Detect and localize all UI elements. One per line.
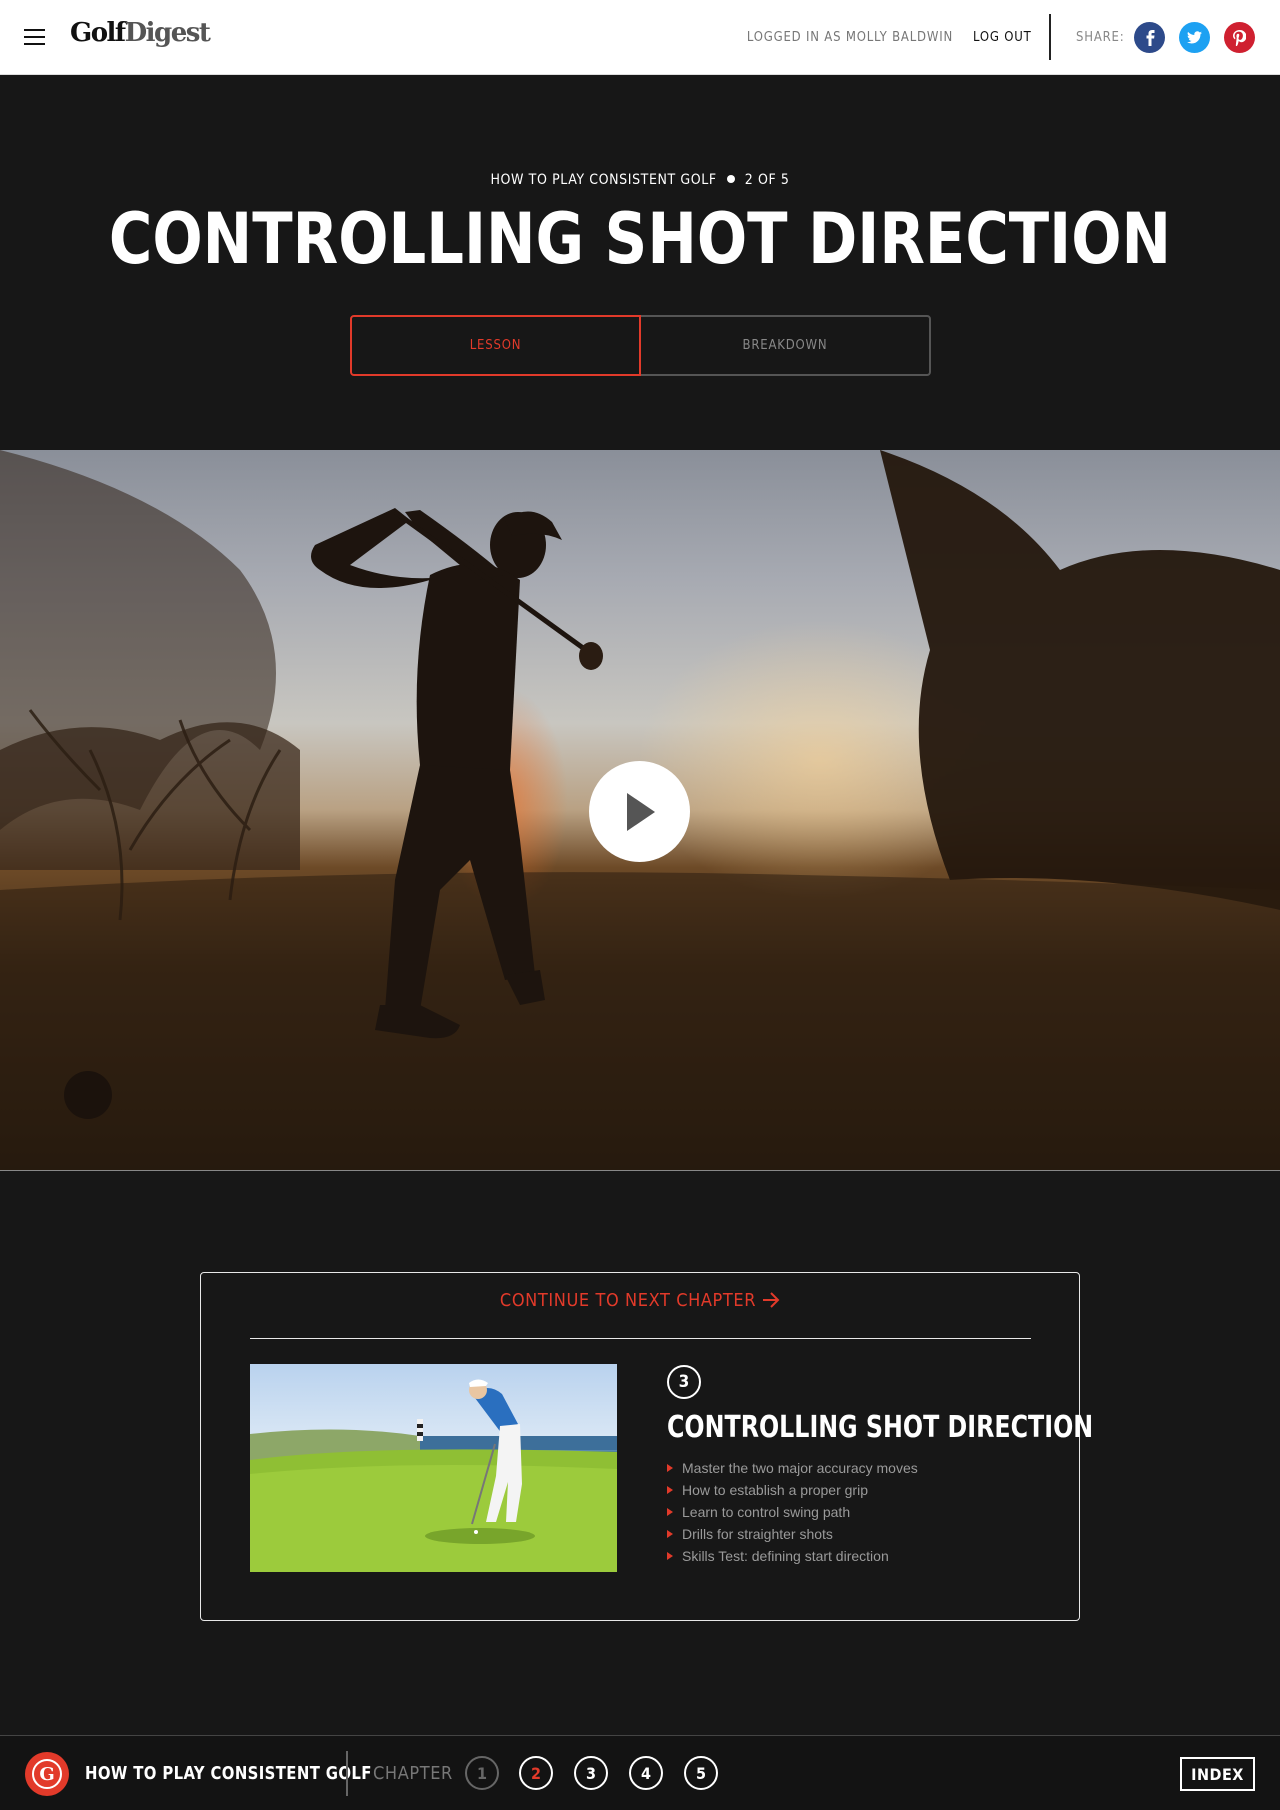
chapter-1-button[interactable]: 1 [465, 1756, 499, 1790]
next-chapter-card: CONTINUE TO NEXT CHAPTER 3 CONTROLLING S… [200, 1272, 1093, 1621]
chapter-5-button[interactable]: 5 [684, 1756, 718, 1790]
golf-digest-schools-logo[interactable]: G [25, 1752, 69, 1796]
card-divider [250, 1338, 1031, 1339]
pinterest-share-button[interactable] [1224, 22, 1255, 53]
top-nav-bar: GolfDigest LOGGED IN AS MOLLY BALDWIN LO… [0, 0, 1280, 75]
course-name: HOW TO PLAY CONSISTENT GOLF [490, 172, 717, 188]
twitter-icon [1187, 31, 1202, 44]
facebook-icon [1146, 29, 1154, 46]
tab-breakdown[interactable]: BREAKDOWN [639, 315, 931, 376]
list-item: Master the two major accuracy moves [667, 1457, 918, 1479]
schools-logo-letter: G [32, 1759, 62, 1789]
pinterest-icon [1233, 29, 1246, 46]
page-title: CONTROLLING SHOT DIRECTION [108, 198, 1172, 280]
index-button[interactable]: INDEX [1180, 1757, 1255, 1791]
chapter-4-button[interactable]: 4 [629, 1756, 663, 1790]
lesson-video-player[interactable] [0, 450, 1280, 1171]
chapter-label: CHAPTER [373, 1763, 453, 1784]
header-divider [1049, 14, 1051, 60]
next-chapter-thumbnail[interactable] [250, 1364, 617, 1572]
share-label: SHARE: [1076, 30, 1125, 45]
play-button[interactable] [589, 761, 690, 862]
logout-link[interactable]: LOG OUT [973, 30, 1032, 45]
tab-lesson[interactable]: LESSON [350, 315, 641, 376]
next-chapter-title: CONTROLLING SHOT DIRECTION [667, 1410, 1094, 1445]
arrow-right-icon [763, 1291, 780, 1308]
twitter-share-button[interactable] [1179, 22, 1210, 53]
bottom-bar-divider [346, 1751, 348, 1796]
next-chapter-number-badge: 3 [667, 1365, 701, 1399]
next-chapter-topics: Master the two major accuracy moves How … [667, 1457, 918, 1567]
thumbnail-golfer-putting [250, 1379, 617, 1572]
list-item: Learn to control swing path [667, 1501, 918, 1523]
logged-in-user-text: LOGGED IN AS MOLLY BALDWIN [746, 30, 953, 45]
list-item: Drills for straighter shots [667, 1523, 918, 1545]
course-breadcrumb: HOW TO PLAY CONSISTENT GOLF 2 OF 5 [0, 172, 1280, 188]
facebook-share-button[interactable] [1134, 22, 1165, 53]
list-item: Skills Test: defining start direction [667, 1545, 918, 1567]
course-name-label: HOW TO PLAY CONSISTENT GOLF [85, 1763, 372, 1784]
chapter-2-button[interactable]: 2 [519, 1756, 553, 1790]
chapter-progress: 2 OF 5 [744, 172, 790, 188]
lesson-tabs: LESSON BREAKDOWN [350, 315, 931, 376]
play-icon [626, 792, 655, 831]
chapter-3-button[interactable]: 3 [574, 1756, 608, 1790]
course-progress-bar: G HOW TO PLAY CONSISTENT GOLF CHAPTER 1 … [0, 1735, 1280, 1810]
continue-to-next-chapter-link[interactable]: CONTINUE TO NEXT CHAPTER [201, 1290, 1079, 1311]
separator-dot [726, 175, 735, 183]
list-item: How to establish a proper grip [667, 1479, 918, 1501]
continue-label: CONTINUE TO NEXT CHAPTER [499, 1290, 757, 1311]
